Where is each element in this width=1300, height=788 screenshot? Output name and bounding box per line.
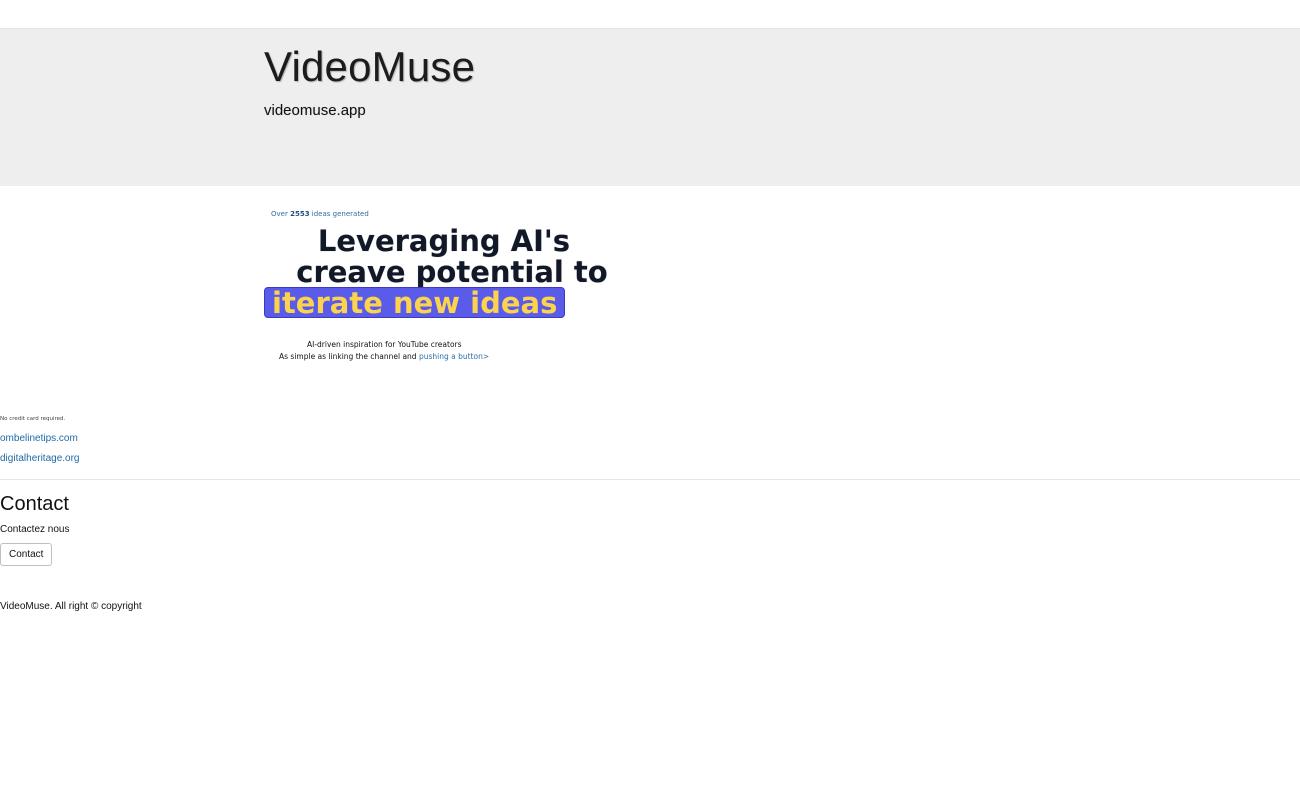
headline-highlight: iterate new ideas (264, 287, 566, 319)
section-divider (0, 479, 1300, 480)
promo-tagline: AI-driven inspiration for YouTube creato… (307, 340, 462, 349)
tagline2-text: As simple as linking the channel and (279, 352, 417, 361)
counter-suffix: ideas generated (311, 210, 369, 218)
contact-heading: Contact (0, 493, 69, 515)
hero-header (0, 29, 1300, 186)
link-digitalheritage[interactable]: digitalheritage.org (0, 453, 80, 464)
contact-button[interactable]: Contact (0, 543, 53, 566)
promo-headline: Leveraging AI's creave potential to (264, 226, 624, 288)
promo-tagline-secondary: As simple as linking the channel and pus… (279, 352, 489, 361)
site-title: VideoMuse (264, 43, 476, 90)
footer-copyright: VideoMuse. All right © copyright (0, 601, 142, 612)
link-ombelinetips[interactable]: ombelinetips.com (0, 433, 78, 444)
ideas-counter: Over 2553 ideas generated (271, 210, 369, 218)
contact-subtitle: Contactez nous (0, 524, 70, 535)
headline-line1: Leveraging AI's (317, 224, 571, 258)
site-domain: videomuse.app (264, 102, 366, 119)
counter-prefix: Over (271, 210, 288, 218)
counter-value: 2553 (290, 210, 310, 218)
headline-line2: creave potential to (296, 255, 608, 289)
promo-banner: Over 2553 ideas generated Leveraging AI'… (264, 206, 644, 366)
push-button-link[interactable]: pushing a button> (419, 352, 489, 361)
no-credit-card-note: No credit card required. (0, 416, 66, 422)
top-bar (0, 0, 1300, 29)
